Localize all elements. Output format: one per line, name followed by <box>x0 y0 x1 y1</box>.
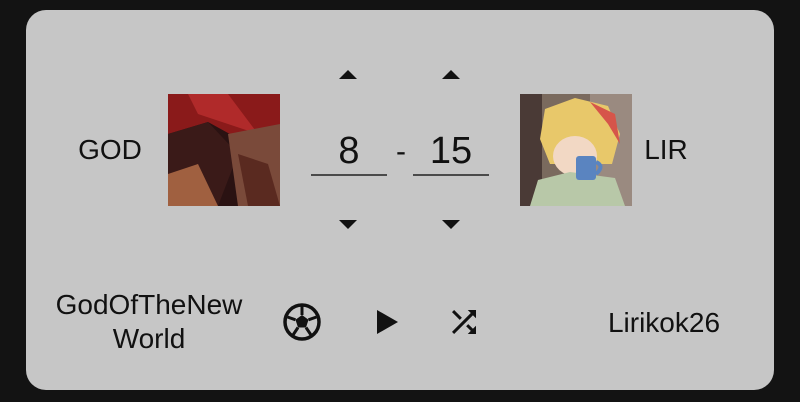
shuffle-button[interactable] <box>440 298 488 346</box>
soccer-ball-button[interactable] <box>278 298 326 346</box>
left-score-decrement-button[interactable] <box>328 212 368 236</box>
right-score-value: 15 <box>429 130 473 172</box>
match-card: GOD 8 - 15 LIR GodOfTheNew World Lirikok… <box>26 10 774 390</box>
arrow-down-icon <box>339 219 357 229</box>
arrow-up-icon <box>339 69 357 79</box>
arrow-down-icon <box>442 219 460 229</box>
left-player-full-name: GodOfTheNew World <box>34 288 264 356</box>
right-score-decrement-button[interactable] <box>431 212 471 236</box>
anime-avatar-red-hair-icon <box>168 94 280 206</box>
soccer-ball-icon <box>283 303 321 341</box>
left-player-avatar[interactable] <box>168 94 280 206</box>
play-button[interactable] <box>362 298 410 346</box>
shuffle-icon <box>452 310 476 334</box>
right-score-increment-button[interactable] <box>431 62 471 86</box>
left-score-field[interactable]: 8 <box>311 128 387 176</box>
right-player-full-name: Lirikok26 <box>607 307 721 338</box>
right-score-field[interactable]: 15 <box>413 128 489 176</box>
left-player-full-name-line1: GodOfTheNew <box>55 289 243 320</box>
right-player-short-name: LIR <box>644 134 688 165</box>
left-player-full-name-line2: World <box>112 323 186 354</box>
arrow-up-icon <box>442 69 460 79</box>
left-score-value: 8 <box>338 130 360 172</box>
play-icon <box>377 310 398 334</box>
left-score-increment-button[interactable] <box>328 62 368 86</box>
score-separator: - <box>396 135 406 168</box>
left-player-short-name: GOD <box>78 134 142 165</box>
